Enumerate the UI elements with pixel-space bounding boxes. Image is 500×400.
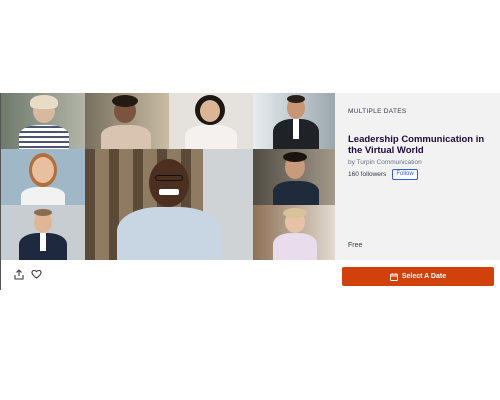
event-hero-image[interactable] xyxy=(0,93,336,260)
video-tile xyxy=(253,93,336,149)
video-tile xyxy=(85,93,169,149)
event-price: Free xyxy=(348,242,363,249)
video-tile xyxy=(253,149,336,205)
video-tile xyxy=(169,93,253,149)
followers-row: 160 followers Follow xyxy=(348,169,486,180)
video-tile xyxy=(253,205,336,260)
card-actions xyxy=(0,260,335,290)
event-date-label: MULTIPLE DATES xyxy=(348,108,407,115)
event-title[interactable]: Leadership Communication in the Virtual … xyxy=(348,134,488,156)
video-tile xyxy=(1,93,85,149)
followers-count: 160 followers xyxy=(348,171,387,178)
calendar-icon xyxy=(389,272,398,281)
event-info-panel: MULTIPLE DATES Leadership Communication … xyxy=(335,93,500,260)
select-date-label: Select A Date xyxy=(401,273,447,280)
organizer-name[interactable]: by Turpin Communication xyxy=(348,159,486,166)
video-tile xyxy=(1,205,85,260)
follow-button[interactable]: Follow xyxy=(392,169,418,180)
heart-icon[interactable] xyxy=(30,268,42,280)
share-icon[interactable] xyxy=(13,268,25,280)
video-tile-main xyxy=(85,149,253,260)
select-date-button[interactable]: Select A Date xyxy=(342,267,494,286)
video-tile xyxy=(1,149,85,205)
event-card: MULTIPLE DATES Leadership Communication … xyxy=(0,93,500,290)
